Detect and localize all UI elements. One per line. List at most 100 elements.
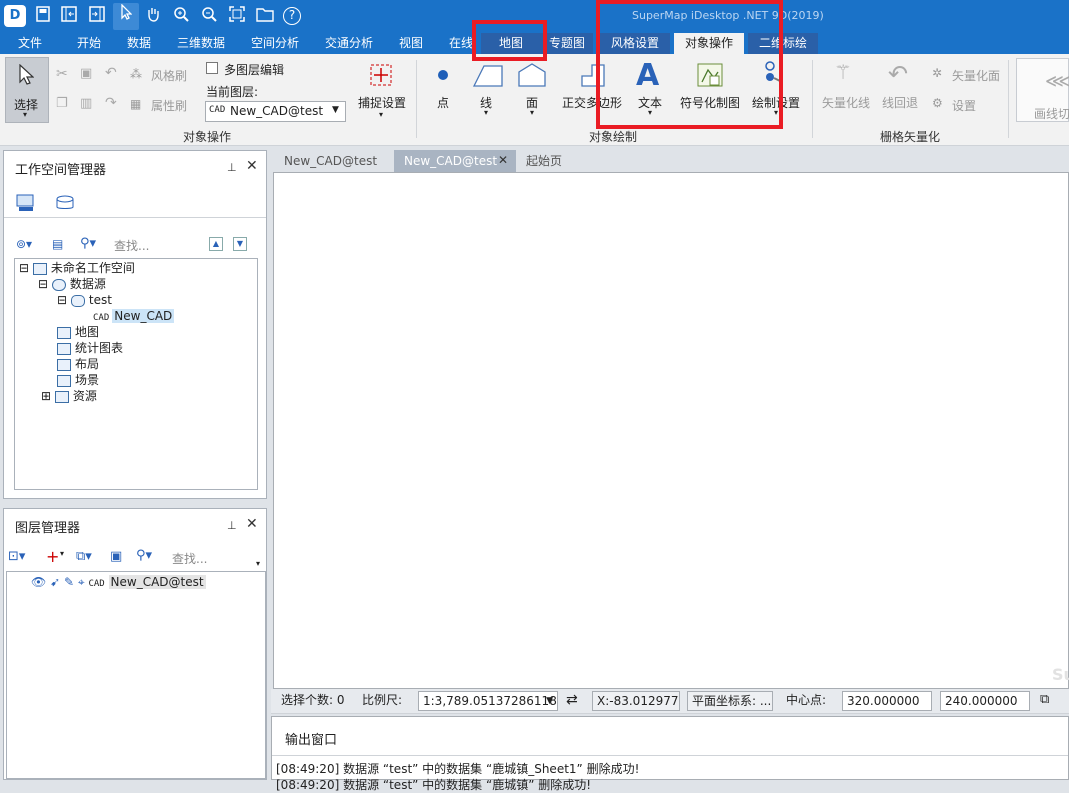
crs-display[interactable]: 平面坐标系: ...: [687, 691, 773, 711]
tree-datasources[interactable]: ⊟ 数据源: [38, 276, 106, 292]
select-button[interactable]: 选择 ▾: [5, 57, 49, 123]
full-extent-icon[interactable]: [227, 6, 247, 26]
scale-select[interactable]: 1:3,789.05137286118 ▼: [418, 691, 558, 711]
orthogonal-polygon-icon: [580, 62, 606, 91]
tab-data[interactable]: 数据: [117, 33, 161, 54]
attribute-brush-button: 属性刷: [151, 99, 188, 113]
orthogonal-polygon-button[interactable]: 正交多边形: [560, 58, 624, 110]
layer-group-icon[interactable]: ⧉▾: [76, 549, 92, 564]
search-icon[interactable]: ⚲▾: [80, 236, 96, 251]
editable-pencil-icon[interactable]: ✎: [64, 575, 74, 589]
datasource-tab-icon[interactable]: [54, 194, 76, 212]
attr-brush-icon: ▦: [130, 97, 142, 111]
tree-dataset-new-cad[interactable]: CAD New_CAD: [93, 308, 175, 324]
panel2-icon[interactable]: [87, 6, 107, 26]
tab-2d-plotting[interactable]: 二维标绘: [748, 33, 818, 54]
datasource-icon: [51, 278, 66, 291]
map-canvas[interactable]: Su: [273, 172, 1069, 689]
selectable-icon[interactable]: ➹: [50, 575, 60, 589]
center-x-input[interactable]: 320.000000: [842, 691, 932, 711]
tab-file[interactable]: 文件: [7, 33, 53, 54]
tab-traffic-analysis[interactable]: 交通分析: [318, 33, 380, 54]
layer-list: 👁 ➹ ✎ ⌖ CAD New_CAD@test: [6, 571, 266, 779]
tab-object-operations[interactable]: 对象操作: [674, 33, 744, 54]
raster-settings-button: 设置: [952, 99, 977, 113]
tree-root-workspace[interactable]: ⊟ 未命名工作空间: [19, 260, 135, 276]
pan-hand-icon[interactable]: [143, 6, 163, 26]
tab-start[interactable]: 开始: [65, 33, 113, 54]
swap-icon[interactable]: ⇄: [566, 690, 578, 712]
workspace-tab-icon[interactable]: [16, 194, 36, 212]
zoom-out-icon[interactable]: [199, 6, 219, 26]
search-icon[interactable]: ⚲▾: [136, 548, 152, 563]
tree-maps[interactable]: 地图: [57, 324, 99, 340]
vectorize-line-button: ⚚ 矢量化线: [820, 60, 874, 116]
expand-icon[interactable]: ⊟: [38, 277, 48, 291]
draw-face-button[interactable]: 面 ▾: [514, 58, 552, 124]
select-arrow-icon[interactable]: [113, 3, 139, 30]
move-up-icon[interactable]: ▲: [209, 237, 223, 251]
draw-line-button[interactable]: 线 ▾: [470, 58, 508, 124]
draw-point-button[interactable]: 点: [430, 64, 458, 122]
app-logo-icon[interactable]: D: [4, 5, 26, 27]
doc-tab-start-page[interactable]: 起始页: [516, 150, 572, 172]
tree-datasource-test[interactable]: ⊟ test: [57, 292, 112, 308]
save-icon[interactable]: [33, 6, 53, 26]
tree-charts[interactable]: 统计图表: [57, 340, 123, 356]
group-object-operations: 对象操作: [183, 130, 232, 144]
expand-icon[interactable]: ⊞: [41, 389, 51, 403]
pointer-icon: [18, 63, 35, 89]
add-icon[interactable]: +: [46, 547, 59, 566]
multi-layer-checkbox[interactable]: [206, 62, 218, 74]
center-y-input[interactable]: 240.000000: [940, 691, 1030, 711]
snap-icon[interactable]: ⌖: [78, 575, 85, 589]
layer-search-input[interactable]: 查找...: [172, 550, 207, 567]
chevron-down-icon[interactable]: ▾: [256, 559, 260, 568]
snap-settings-button[interactable]: 捕捉设置 ▾: [356, 60, 410, 124]
layer-style-icon[interactable]: ▣: [110, 549, 122, 564]
magic-wand-icon: ⚚: [834, 60, 852, 84]
layer-item[interactable]: 👁 ➹ ✎ ⌖ CAD New_CAD@test: [31, 574, 206, 590]
expand-icon[interactable]: ⊟: [57, 293, 67, 307]
view-options-icon[interactable]: ⊚▾: [16, 237, 32, 251]
pin-icon[interactable]: ⊥: [227, 161, 237, 174]
chevron-down-icon[interactable]: ▾: [60, 549, 64, 558]
move-down-icon[interactable]: ▼: [233, 237, 247, 251]
chevron-down-icon: ▾: [484, 108, 489, 117]
close-icon[interactable]: ✕: [246, 158, 258, 174]
tab-style-settings[interactable]: 风格设置: [600, 33, 670, 54]
close-icon[interactable]: ✕: [246, 516, 258, 532]
output-title: 输出窗口: [285, 733, 338, 748]
visible-eye-icon[interactable]: 👁: [31, 575, 46, 589]
tree-resources[interactable]: ⊞ 资源: [41, 388, 97, 404]
panel-icon[interactable]: [59, 6, 79, 26]
text-button[interactable]: A 文本 ▾: [632, 58, 672, 124]
tab-spatial-analysis[interactable]: 空间分析: [244, 33, 306, 54]
copy-icon[interactable]: ⧉: [1040, 690, 1049, 712]
search-input[interactable]: 查找...: [114, 237, 149, 254]
draw-settings-button[interactable]: 绘制设置 ▾: [750, 58, 806, 124]
tab-thematic[interactable]: 专题图: [541, 33, 593, 54]
expand-icon[interactable]: ⊟: [19, 261, 29, 275]
help-icon[interactable]: ?: [283, 7, 301, 25]
doc-tab-map1[interactable]: New_CAD@test: [274, 150, 387, 172]
tree-scenes[interactable]: 场景: [57, 372, 99, 388]
pin-icon[interactable]: ⊥: [227, 519, 237, 532]
symbolized-drawing-button[interactable]: 符号化制图: [678, 58, 744, 118]
document-icon[interactable]: ▤: [52, 237, 63, 251]
tree-layouts[interactable]: 布局: [57, 356, 99, 372]
tab-3d-data[interactable]: 三维数据: [170, 33, 232, 54]
zoom-in-icon[interactable]: [171, 6, 191, 26]
current-layer-select[interactable]: CAD New_CAD@test ▼: [205, 101, 346, 122]
add-layer-icon[interactable]: ⊡▾: [8, 549, 25, 564]
layer-name: New_CAD@test: [108, 575, 206, 589]
cad-layer-icon: CAD: [88, 579, 105, 589]
snap-icon: [368, 62, 394, 91]
open-folder-icon[interactable]: [255, 6, 275, 26]
tab-online[interactable]: 在线: [444, 33, 478, 54]
vectorize-line-label: 矢量化线: [822, 96, 871, 110]
tab-map[interactable]: 地图: [481, 33, 541, 54]
tab-view[interactable]: 视图: [390, 33, 432, 54]
close-tab-icon[interactable]: ✕: [498, 153, 508, 167]
chevron-down-icon: ▼: [332, 105, 339, 115]
